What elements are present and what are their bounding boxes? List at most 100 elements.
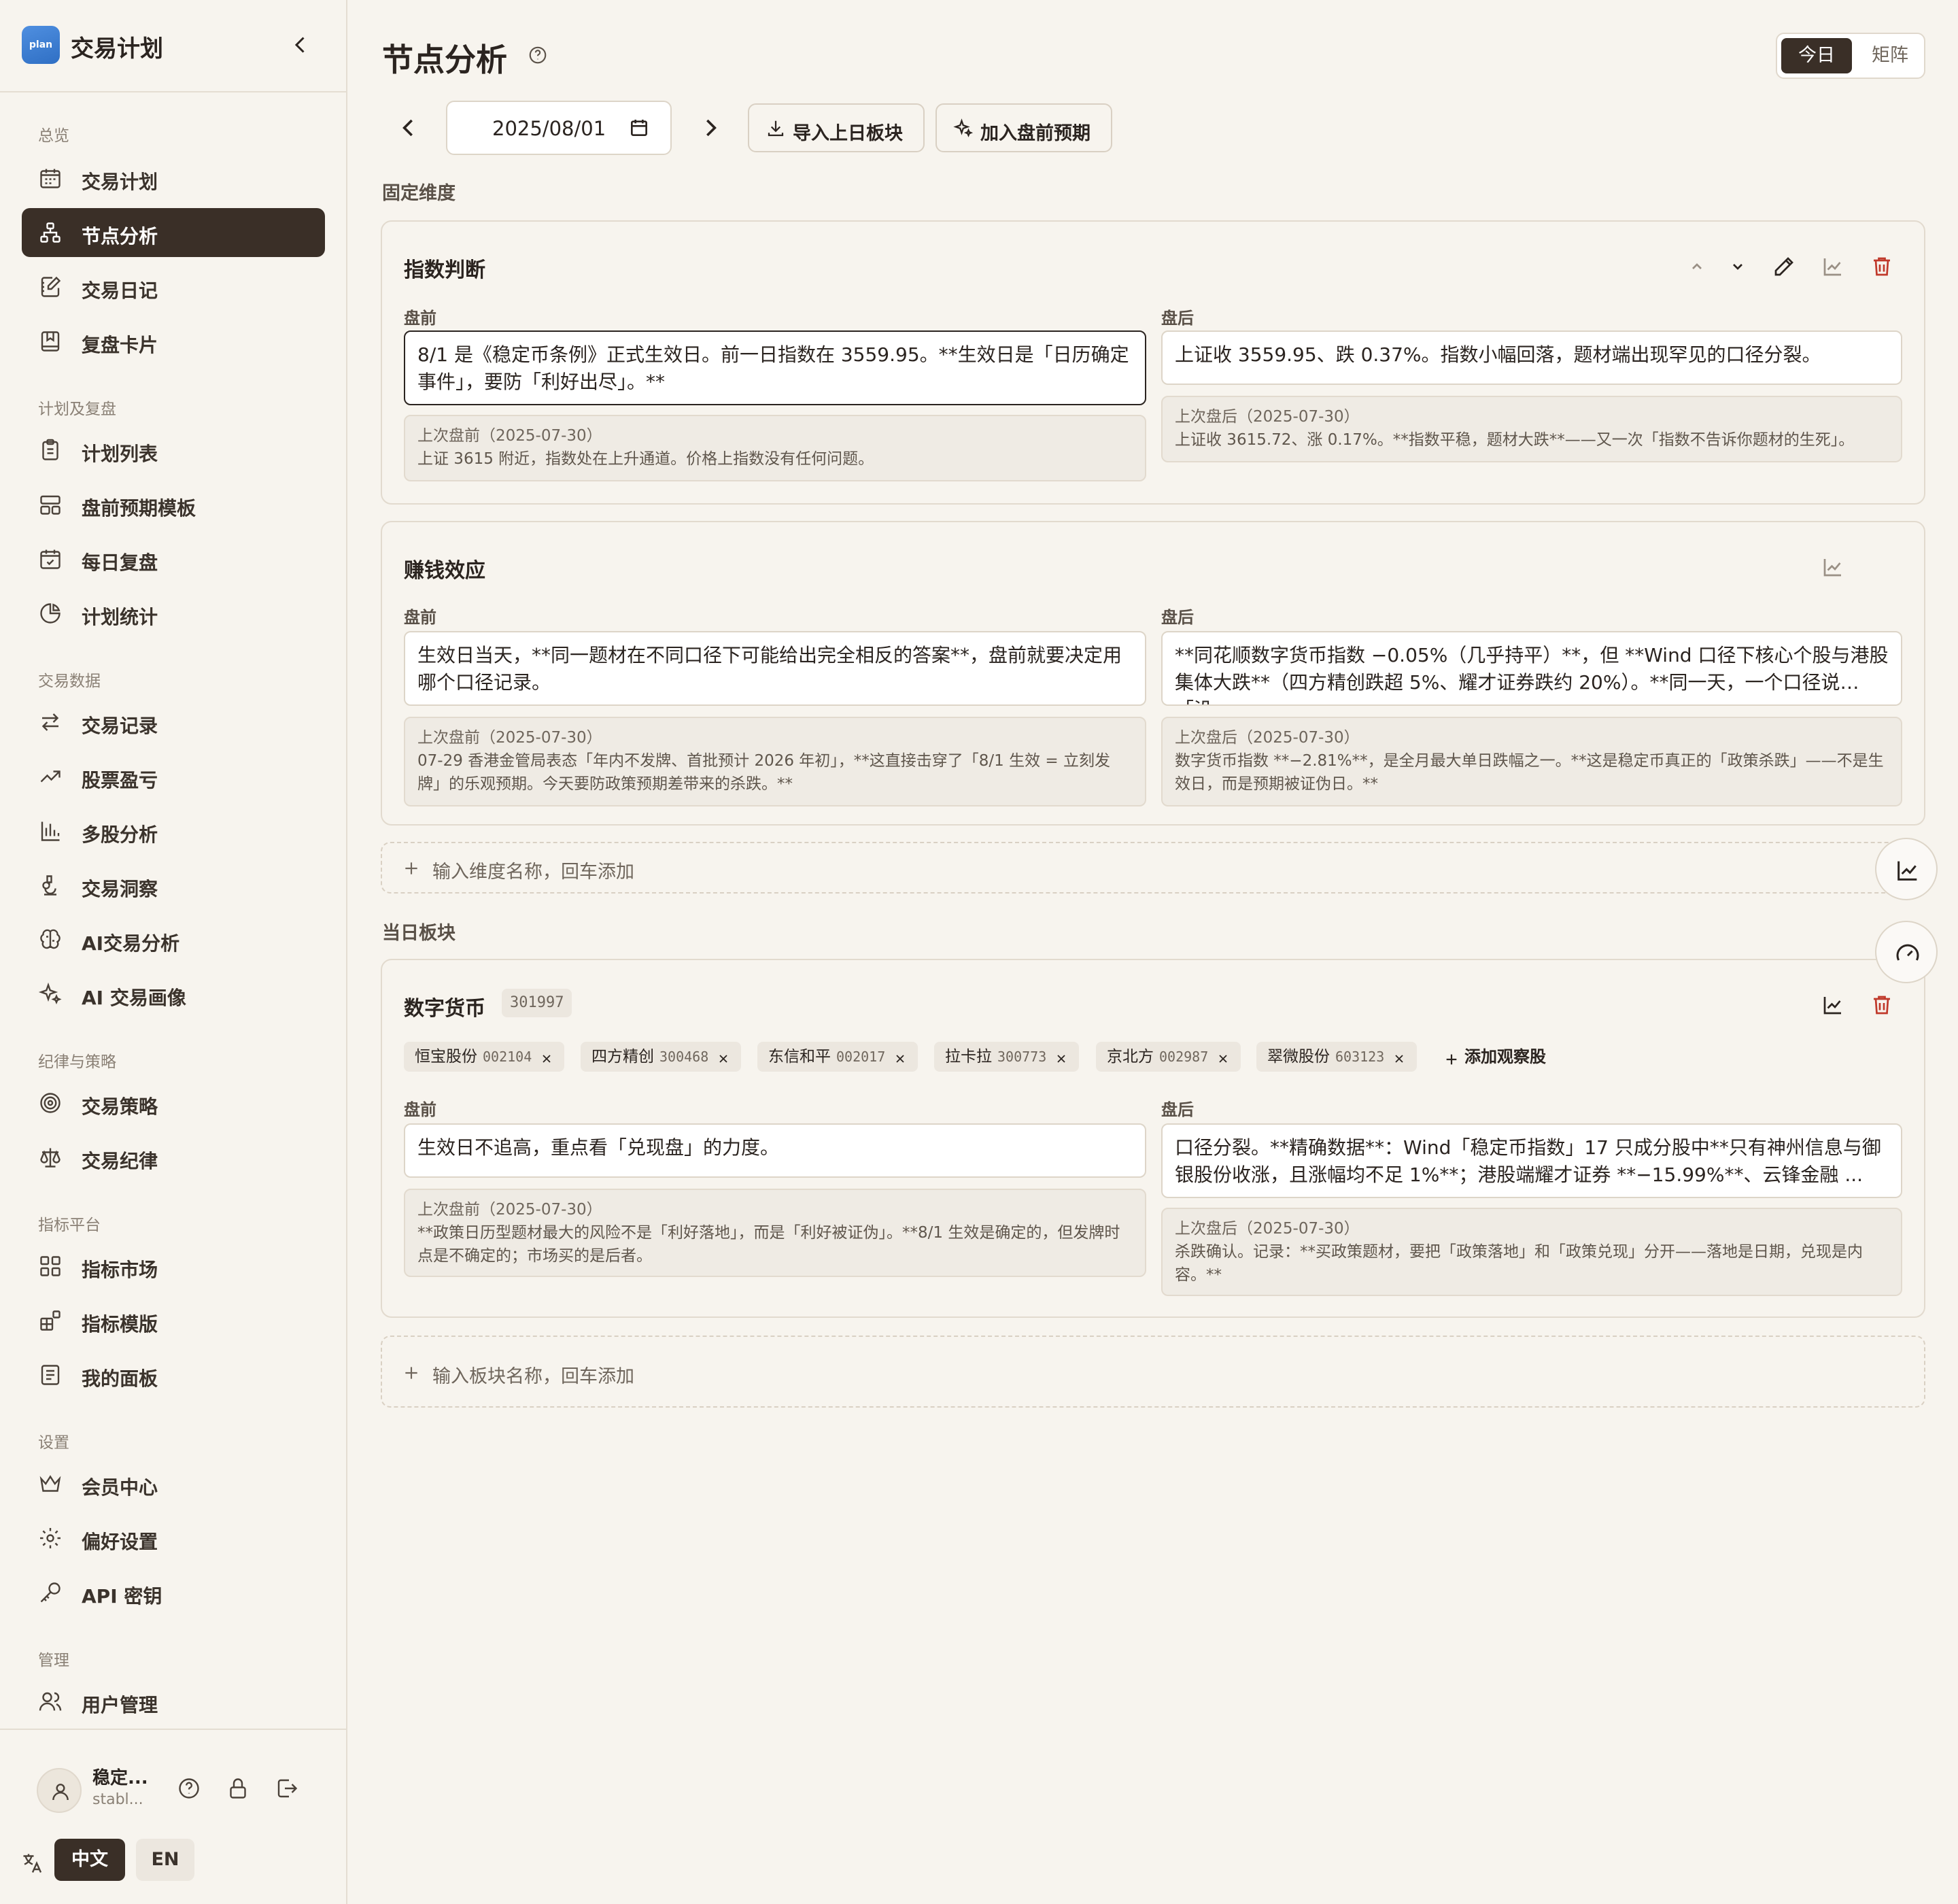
lock-button[interactable] [226,1776,250,1801]
hierarchy-icon [40,222,61,243]
sidebar-item-label: 用户管理 [82,1694,158,1716]
stock-name: 四方精创 [591,1048,654,1066]
sidebar-item-trade-plan[interactable]: 交易计划 [22,154,325,203]
view-today-button[interactable]: 今日 [1781,38,1852,73]
add-dimension-input[interactable]: 输入维度名称，回车添加 [381,842,1925,894]
user-name: 稳定... [92,1768,148,1788]
add-watch-stock-button[interactable]: 添加观察股 [1444,1042,1546,1072]
edit-dimension-button[interactable] [1772,254,1796,279]
sidebar-item-daily-review[interactable]: 每日复盘 [22,534,325,583]
chart-button[interactable] [1821,555,1845,579]
help-button[interactable] [177,1776,201,1801]
chevron-left-icon [294,37,305,53]
language-zh-button[interactable]: 中文 [54,1839,125,1881]
sidebar-item-label: 会员中心 [82,1476,158,1499]
delete-sector-button[interactable] [1870,993,1894,1017]
sidebar-item-plan-list[interactable]: 计划列表 [22,426,325,475]
sidebar-item-label: 交易日记 [82,279,158,302]
previous-postmarket-note: 上次盘后（2025-07-30） 上证收 3615.72、涨 0.17%。**指… [1161,396,1902,462]
logout-button[interactable] [275,1776,299,1801]
sidebar-item-my-panel[interactable]: 我的面板 [22,1350,325,1399]
premarket-input[interactable]: 8/1 是《稳定币条例》正式生效日。前一日指数在 3559.95。**生效日是「… [404,330,1146,405]
post-label: 盘后 [1161,309,1194,328]
close-icon[interactable] [1054,1052,1068,1066]
watch-stock-chip: 京北方 002987 [1096,1042,1241,1072]
sidebar-item-discipline[interactable]: 交易纪律 [22,1133,325,1182]
add-to-premarket-button[interactable]: 加入盘前预期 [935,103,1112,152]
prev-day-button[interactable] [394,113,424,143]
previous-premarket-title: 上次盘前（2025-07-30） [417,1201,602,1219]
dimension-card-index: 指数判断 盘前 盘后 8/1 是《稳定币条例》正式生效日。前一日指数在 3559… [381,220,1925,505]
sidebar-item-trade-insight[interactable]: 交易洞察 [22,861,325,910]
sidebar-item-indicator-market[interactable]: 指标市场 [22,1242,325,1291]
close-icon[interactable] [1216,1052,1230,1066]
add-sector-placeholder: 输入板块名称，回车添加 [432,1366,634,1387]
premarket-input[interactable]: 生效日当天，**同一题材在不同口径下可能给出完全相反的答案**，盘前就要决定用哪… [404,631,1146,706]
import-previous-sectors-button[interactable]: 导入上日板块 [748,103,925,152]
sidebar-item-node-analysis[interactable]: 节点分析 [22,208,325,257]
scale-icon [40,1148,61,1168]
users-icon [39,1692,62,1711]
line-chart-icon [1823,559,1841,577]
calendar-icon[interactable] [628,117,650,139]
sidebar-item-membership[interactable]: 会员中心 [22,1459,325,1508]
pre-label: 盘前 [404,608,436,627]
sidebar-item-label: API 密钥 [82,1585,162,1608]
trend-up-icon [40,770,61,783]
chart-button[interactable] [1821,993,1845,1017]
delete-dimension-button[interactable] [1870,254,1894,279]
close-icon[interactable] [540,1052,553,1066]
sidebar-item-indicator-template[interactable]: 指标模版 [22,1296,325,1345]
date-picker[interactable]: 2025/08/01 [446,101,672,155]
plus-icon [405,1367,417,1379]
previous-postmarket-text: 上证收 3615.72、涨 0.17%。**指数平稳，题材大跌**——又一次「指… [1175,431,1855,449]
grid-four-icon [40,1256,61,1276]
floating-gauge-button[interactable] [1875,921,1938,983]
nav-section-admin: 管理 [38,1652,69,1669]
sidebar-item-review-cards[interactable]: 复盘卡片 [22,317,325,366]
panel-doc-icon [41,1365,60,1385]
add-sector-input[interactable]: 输入板块名称，回车添加 [381,1336,1925,1408]
collapse-sidebar-button[interactable] [288,33,313,57]
crown-icon [39,1475,61,1492]
key-icon [40,1582,61,1603]
help-circle-icon [179,1778,199,1799]
postmarket-input[interactable]: 口径分裂。**精确数据**：Wind「稳定币指数」17 只成分股中**只有神州信… [1161,1123,1902,1198]
trash-icon [1874,996,1890,1015]
sidebar-item-ai-analysis[interactable]: AI交易分析 [22,915,325,964]
sidebar-item-multi-stock[interactable]: 多股分析 [22,806,325,855]
sidebar-item-api-key[interactable]: API 密钥 [22,1568,325,1617]
sidebar-item-ai-portrait[interactable]: AI 交易画像 [22,970,325,1019]
sidebar-item-plan-stats[interactable]: 计划统计 [22,589,325,638]
move-up-button[interactable] [1685,254,1709,279]
page-title: 节点分析 [382,41,507,78]
help-circle-icon[interactable] [528,45,548,65]
post-label: 盘后 [1161,1100,1194,1119]
postmarket-input[interactable]: **同花顺数字货币指数 −0.05%（几乎持平）**，但 **Wind 口径下核… [1161,631,1902,706]
postmarket-input[interactable]: 上证收 3559.95、跌 0.37%。指数小幅回落，题材端出现罕见的口径分裂。 [1161,330,1902,385]
close-icon[interactable] [1392,1052,1406,1066]
stock-code: 002017 [836,1049,886,1065]
sidebar-item-stock-pnl[interactable]: 股票盈亏 [22,752,325,801]
next-day-button[interactable] [695,113,725,143]
dimension-title: 指数判断 [404,258,485,282]
sidebar-item-label: 交易纪律 [82,1150,158,1172]
avatar[interactable] [37,1768,82,1813]
sidebar-item-premarket-template[interactable]: 盘前预期模板 [22,480,325,529]
close-icon[interactable] [717,1052,730,1066]
sidebar-item-user-management[interactable]: 用户管理 [22,1677,325,1726]
sidebar-item-strategy[interactable]: 交易策略 [22,1078,325,1127]
language-en-button[interactable]: EN [136,1839,194,1881]
chart-button[interactable] [1821,254,1845,279]
calendar-check-icon [40,549,61,569]
close-icon[interactable] [893,1052,907,1066]
sidebar-item-trade-journal[interactable]: 交易日记 [22,262,325,311]
previous-postmarket-title: 上次盘后（2025-07-30） [1175,1220,1360,1238]
premarket-input[interactable]: 生效日不追高，重点看「兑现盘」的力度。 [404,1123,1146,1178]
move-down-button[interactable] [1725,254,1750,279]
view-matrix-button[interactable]: 矩阵 [1859,38,1921,73]
sidebar-item-trade-records[interactable]: 交易记录 [22,698,325,747]
floating-chart-button[interactable] [1875,838,1938,900]
fixed-dimensions-label: 固定维度 [382,183,456,204]
sidebar-item-preferences[interactable]: 偏好设置 [22,1514,325,1563]
